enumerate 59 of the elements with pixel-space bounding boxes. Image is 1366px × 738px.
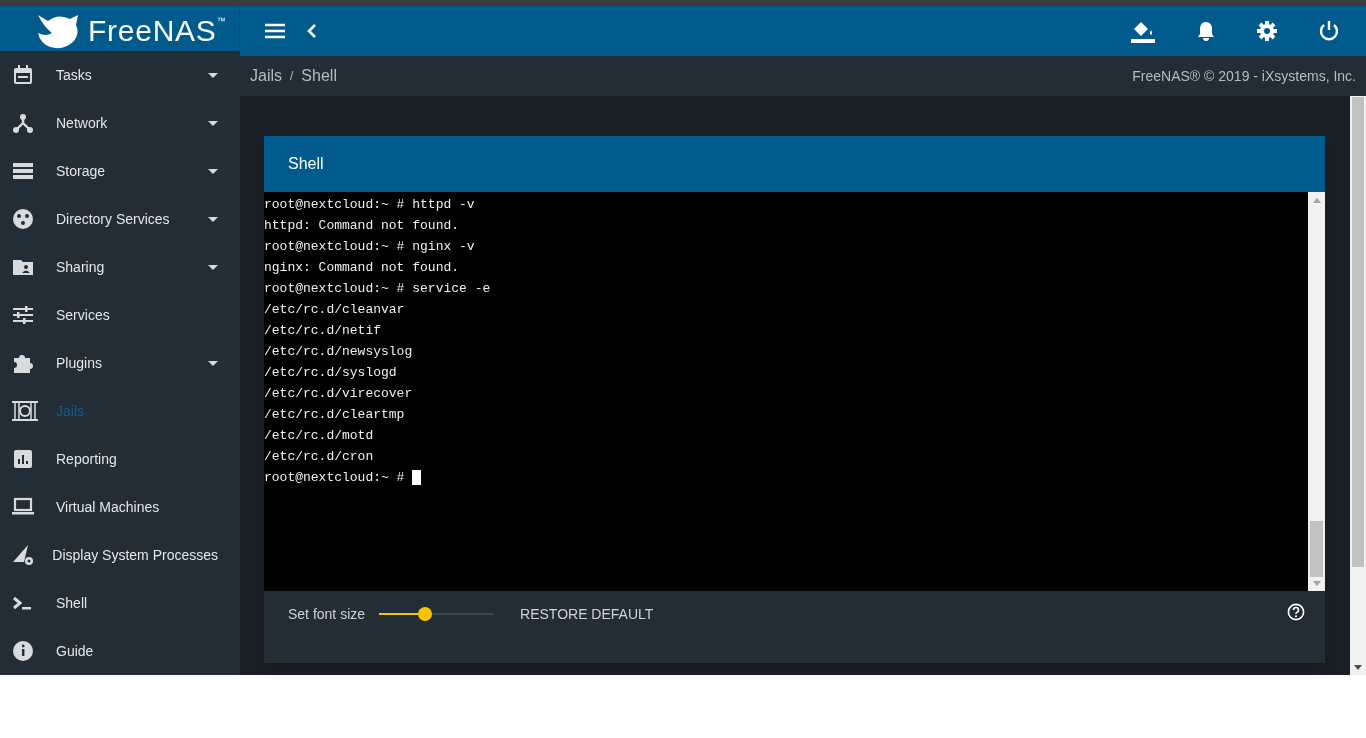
scroll-thumb[interactable] <box>1310 521 1323 577</box>
sidebar-item[interactable]: Reporting <box>0 435 240 483</box>
power-icon[interactable] <box>1318 20 1340 42</box>
breadcrumb-separator: / <box>290 68 294 85</box>
sidebar-item[interactable]: Tasks <box>0 51 240 99</box>
laptop-icon <box>12 496 34 518</box>
storage-icon <box>12 160 34 182</box>
calendar-icon <box>12 64 34 86</box>
breadcrumb-current: Shell <box>301 66 337 86</box>
settings-icon[interactable] <box>1256 20 1278 42</box>
sidebar-item[interactable]: Shell <box>0 579 240 627</box>
cursor <box>412 470 422 485</box>
chart-icon <box>12 448 34 470</box>
triangle-gear-icon <box>12 544 34 566</box>
menu-icon[interactable] <box>264 23 286 39</box>
scrollbar[interactable] <box>1308 192 1325 591</box>
card-title: Shell <box>288 154 324 174</box>
sidebar-item[interactable]: Network <box>0 99 240 147</box>
sidebar-item[interactable]: Plugins <box>0 339 240 387</box>
terminal-line: /etc/rc.d/cron <box>264 448 374 466</box>
network-icon <box>12 112 34 134</box>
terminal-line: /etc/rc.d/syslogd <box>264 364 397 382</box>
jail-icon <box>12 400 38 422</box>
font-size-label: Set font size <box>288 605 366 623</box>
sidebar-item[interactable]: Directory Services <box>0 195 240 243</box>
trademark-mark: ™ <box>216 16 226 26</box>
help-icon[interactable] <box>1287 603 1305 621</box>
terminal-line: root@nextcloud:~ # service -e <box>264 280 491 298</box>
dots-circle-icon <box>12 208 34 230</box>
sidebar-item[interactable]: Virtual Machines <box>0 483 240 531</box>
restore-default-button[interactable]: RESTORE DEFAULT <box>520 605 654 623</box>
font-size-slider[interactable] <box>379 605 494 623</box>
terminal[interactable] <box>264 192 1325 591</box>
terminal-line: root@nextcloud:~ # nginx -v <box>264 238 475 256</box>
terminal-line: /etc/rc.d/cleartmp <box>264 406 405 424</box>
breadcrumb-link[interactable]: Jails <box>250 64 282 88</box>
terminal-line: /etc/rc.d/virecover <box>264 385 413 403</box>
page-scrollbar[interactable] <box>1350 96 1366 675</box>
sidebar-item[interactable]: Display System Processes <box>0 531 240 579</box>
terminal-line: /etc/rc.d/netif <box>264 322 382 340</box>
terminal-line: root@nextcloud:~ # <box>264 467 422 488</box>
terminal-line: /etc/rc.d/newsyslog <box>264 343 413 361</box>
sliders-icon <box>12 304 34 326</box>
sidebar-item[interactable]: Services <box>0 291 240 339</box>
sidebar-item[interactable]: Sharing <box>0 243 240 291</box>
info-icon <box>12 640 34 662</box>
terminal-line: root@nextcloud:~ # httpd -v <box>264 196 475 214</box>
copyright-text: FreeNAS® © 2019 - iXsystems, Inc. <box>1132 66 1356 86</box>
terminal-line: httpd: Command not found. <box>264 217 460 235</box>
puzzle-icon <box>12 352 34 374</box>
scroll-down-icon[interactable] <box>1354 665 1362 671</box>
sidebar-item[interactable]: Storage <box>0 147 240 195</box>
terminal-line: nginx: Command not found. <box>264 259 460 277</box>
logo-text: FreeNAS <box>88 14 217 48</box>
sidebar-item[interactable]: Guide <box>0 627 240 675</box>
back-icon[interactable] <box>306 23 318 39</box>
terminal-line: /etc/rc.d/motd <box>264 427 374 445</box>
notifications-icon[interactable] <box>1196 20 1216 42</box>
terminal-line: /etc/rc.d/cleanvar <box>264 301 405 319</box>
